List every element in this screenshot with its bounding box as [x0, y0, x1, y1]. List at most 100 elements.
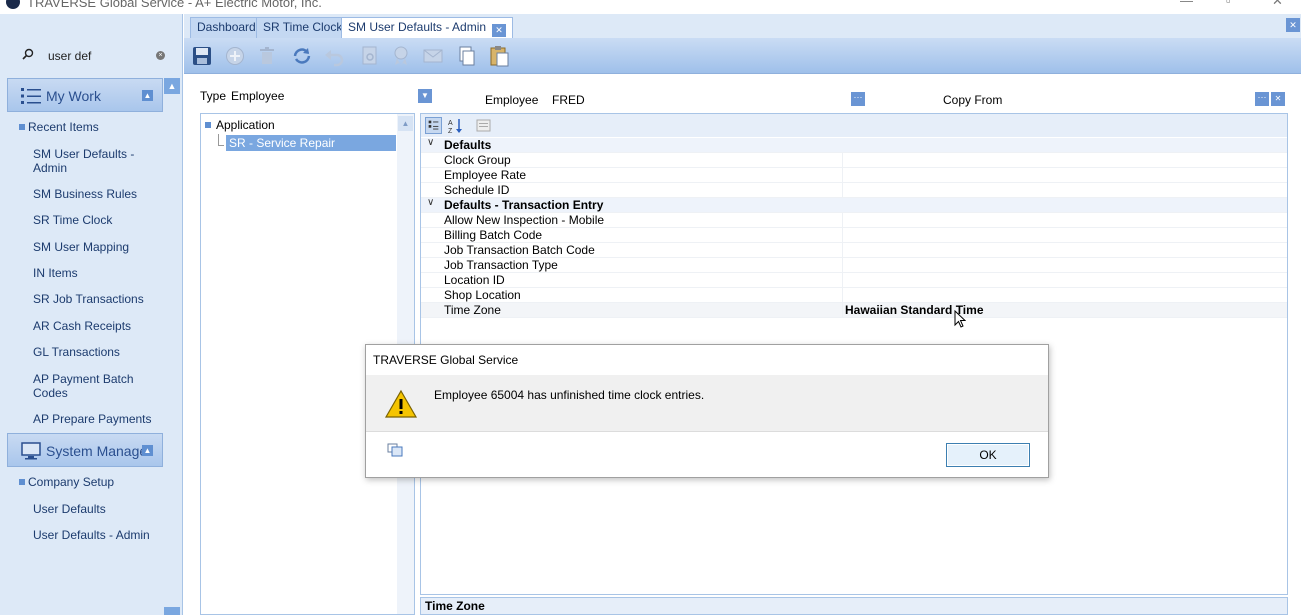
system-manager-header[interactable]: System Manager ▲ — [7, 433, 163, 467]
nav-item-ap-payment-batch-codes[interactable]: AP Payment Batch Codes — [33, 372, 153, 400]
mail-icon[interactable] — [422, 45, 444, 67]
property-row-location-id[interactable]: Location ID — [421, 273, 1287, 288]
employee-lookup-icon[interactable]: ··· — [851, 92, 865, 106]
chevron-down-icon[interactable]: ∨ — [427, 197, 434, 208]
nav-item-sm-user-mapping[interactable]: SM User Mapping — [33, 240, 153, 254]
column-divider — [842, 183, 843, 198]
nav-item-user-defaults-admin[interactable]: User Defaults - Admin — [33, 528, 153, 542]
expand-icon[interactable]: ▲ — [142, 445, 153, 456]
category-defaults[interactable]: ∨ Defaults — [421, 137, 1287, 153]
restore-icon[interactable]: ▫ — [1226, 0, 1231, 8]
my-work-label: My Work — [46, 88, 101, 104]
message-dialog: TRAVERSE Global Service Employee 65004 h… — [365, 344, 1049, 478]
save-icon[interactable] — [191, 45, 213, 67]
tab-dashboard[interactable]: Dashboard — [190, 17, 263, 38]
nav-item-sr-time-clock[interactable]: SR Time Clock — [33, 213, 153, 227]
scroll-down-icon[interactable] — [164, 607, 180, 615]
my-work-header[interactable]: My Work ▲ — [7, 78, 163, 112]
tree-node-application[interactable]: Application — [205, 118, 275, 132]
warning-icon — [384, 389, 418, 418]
close-tab-icon[interactable]: ✕ — [492, 24, 507, 37]
property-row-time-zone[interactable]: Time Zone Hawaiian Standard Time — [421, 303, 1287, 318]
recent-items-header[interactable]: Recent Items — [19, 120, 99, 134]
list-icon — [21, 88, 41, 104]
search-input[interactable] — [48, 46, 148, 66]
refresh-icon[interactable] — [291, 45, 313, 67]
menu-search: × — [8, 42, 168, 70]
column-divider — [842, 153, 843, 168]
mouse-cursor-icon — [954, 310, 966, 328]
print-preview-icon[interactable] — [359, 45, 381, 67]
column-divider — [842, 288, 843, 303]
nav-item-sm-user-defaults-admin[interactable]: SM User Defaults - Admin — [33, 147, 153, 175]
scroll-up-icon[interactable]: ▲ — [164, 78, 180, 94]
delete-icon[interactable] — [256, 45, 278, 67]
employee-label: Employee — [485, 93, 539, 107]
type-label: Type — [200, 89, 227, 103]
ok-button[interactable]: OK — [946, 443, 1030, 467]
copy-from-field[interactable] — [1007, 91, 1270, 109]
ribbon-icon[interactable] — [390, 45, 412, 67]
property-row-clock-group[interactable]: Clock Group — [421, 153, 1287, 168]
close-document-icon[interactable]: ✕ — [1286, 18, 1300, 32]
category-label: Defaults — [444, 138, 492, 152]
computer-icon — [21, 442, 41, 460]
chevron-down-icon[interactable]: ∨ — [427, 137, 434, 148]
nav-item-user-defaults[interactable]: User Defaults — [33, 502, 153, 516]
nav-item-ar-cash-receipts[interactable]: AR Cash Receipts — [33, 319, 153, 333]
window-close-icon[interactable]: ✕ — [1272, 0, 1283, 9]
copy-icon[interactable] — [456, 45, 478, 67]
window-title: TRAVERSE Global Service - A+ Electric Mo… — [27, 0, 322, 10]
nav-item-sm-business-rules[interactable]: SM Business Rules — [33, 187, 153, 201]
property-name: Allow New Inspection - Mobile — [444, 213, 605, 227]
scroll-up-icon[interactable]: ▲ — [398, 116, 413, 131]
tab-strip: Dashboard SR Time Clock SM User Defaults… — [184, 14, 1301, 38]
employee-field[interactable]: FRED — [548, 91, 866, 109]
property-name: Shop Location — [444, 288, 521, 302]
company-setup-header[interactable]: Company Setup — [19, 475, 114, 489]
copy-from-lookup-icon[interactable]: ··· — [1255, 92, 1269, 106]
nav-item-gl-transactions[interactable]: GL Transactions — [33, 345, 153, 359]
svg-text:A: A — [448, 120, 453, 127]
category-defaults-transaction-entry[interactable]: ∨ Defaults - Transaction Entry — [421, 197, 1287, 213]
tree-node-sr-service-repair[interactable]: SR - Service Repair — [226, 135, 396, 151]
recent-items-label: Recent Items — [28, 120, 99, 134]
minimize-icon[interactable]: — — [1180, 0, 1193, 8]
tab-sm-user-defaults-admin[interactable]: SM User Defaults - Admin ✕ — [341, 17, 514, 38]
sort-alphabetical-icon[interactable]: AZ — [447, 117, 464, 134]
nav-item-ap-prepare-payments[interactable]: AP Prepare Payments — [33, 412, 153, 426]
property-row-job-transaction-batch-code[interactable]: Job Transaction Batch Code — [421, 243, 1287, 258]
categorized-icon[interactable] — [425, 117, 442, 134]
toolbar — [184, 38, 1301, 74]
undo-icon[interactable] — [323, 45, 345, 67]
property-row-schedule-id[interactable]: Schedule ID — [421, 183, 1287, 198]
add-icon[interactable] — [224, 45, 246, 67]
copy-from-clear-icon[interactable]: ✕ — [1271, 92, 1285, 106]
column-divider — [842, 303, 843, 318]
tree-collapse-icon[interactable] — [205, 122, 211, 128]
dialog-body: Employee 65004 has unfinished time clock… — [366, 375, 1048, 431]
collapse-icon[interactable]: ▲ — [142, 90, 153, 101]
property-row-billing-batch-code[interactable]: Billing Batch Code — [421, 228, 1287, 243]
sidebar-scrollbar[interactable]: ▲ — [163, 78, 181, 615]
sidebar: × My Work ▲ Recent Items SM User Default… — [0, 14, 183, 615]
type-select[interactable]: Employee — [227, 87, 432, 105]
column-divider — [842, 213, 843, 228]
paste-icon[interactable] — [488, 45, 510, 67]
property-row-job-transaction-type[interactable]: Job Transaction Type — [421, 258, 1287, 273]
clear-search-icon[interactable]: × — [156, 51, 165, 60]
property-pages-icon[interactable] — [475, 117, 492, 134]
nav-item-in-items[interactable]: IN Items — [33, 266, 153, 280]
property-row-shop-location[interactable]: Shop Location — [421, 288, 1287, 303]
tab-label: SR Time Clock — [263, 20, 343, 34]
column-divider — [842, 168, 843, 183]
tab-sr-time-clock[interactable]: SR Time Clock — [256, 17, 350, 38]
type-value: Employee — [231, 89, 285, 103]
type-dropdown-icon[interactable]: ▼ — [418, 89, 432, 103]
nav-item-sr-job-transactions[interactable]: SR Job Transactions — [33, 292, 153, 306]
column-divider — [842, 273, 843, 288]
property-row-allow-new-inspection[interactable]: Allow New Inspection - Mobile — [421, 213, 1287, 228]
copy-message-icon[interactable] — [387, 443, 403, 457]
property-row-employee-rate[interactable]: Employee Rate — [421, 168, 1287, 183]
search-icon — [22, 48, 34, 60]
